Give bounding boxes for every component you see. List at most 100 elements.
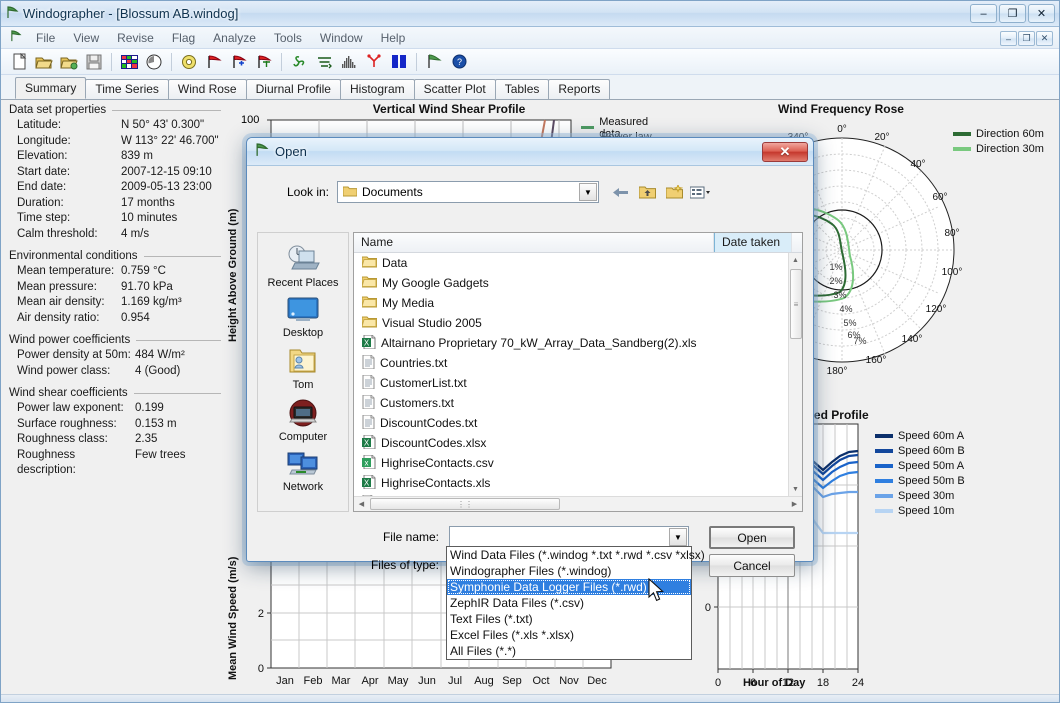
menu-item-analyze[interactable]: Analyze <box>204 29 265 47</box>
menu-item-view[interactable]: View <box>64 29 108 47</box>
horizontal-scroll-thumb[interactable]: ⋮⋮ <box>370 498 560 510</box>
mdi-close-button[interactable]: ✕ <box>1036 31 1053 46</box>
file-list-item[interactable]: DiscountCodes.txt <box>354 413 788 433</box>
files-of-type-option[interactable]: All Files (*.*) <box>447 643 691 659</box>
file-list-item[interactable]: My Google Gadgets <box>354 273 788 293</box>
flag-red-icon[interactable] <box>202 51 226 73</box>
menu-bar: File View Revise Flag Analyze Tools Wind… <box>1 27 1059 49</box>
histogram-icon[interactable] <box>337 51 361 73</box>
summary-row: End date: 2009-05-13 23:00 <box>9 180 221 196</box>
views-dropdown-icon[interactable] <box>690 182 712 202</box>
sort-icon[interactable] <box>312 51 336 73</box>
wind-rose-icon[interactable] <box>287 51 311 73</box>
open-recent-icon[interactable] <box>57 51 81 73</box>
file-list-vertical-scrollbar[interactable]: ▲ ≡ ▼ <box>788 253 802 496</box>
file-list-item[interactable]: Visual Studio 2005 <box>354 313 788 333</box>
windographer-icon[interactable] <box>422 51 446 73</box>
window-controls: – ❐ ✕ <box>970 4 1055 23</box>
dialog-title-bar: Open ✕ <box>247 138 813 166</box>
summary-group: Wind shear coefficients Power law exponen… <box>9 387 221 479</box>
files-of-type-option[interactable]: Wind Data Files (*.windog *.txt *.rwd *.… <box>447 547 705 563</box>
scroll-up-icon[interactable]: ▲ <box>789 253 802 267</box>
tab-reports[interactable]: Reports <box>548 79 611 99</box>
svg-text:?: ? <box>456 57 461 67</box>
mdi-minimize-button[interactable]: – <box>1000 31 1017 46</box>
look-in-combo[interactable]: Documents ▼ <box>337 181 599 203</box>
place-item-desktop[interactable]: Desktop <box>259 295 347 343</box>
toolbar-separator <box>416 52 417 71</box>
svg-text:20°: 20° <box>874 132 889 143</box>
minimize-button[interactable]: – <box>970 4 997 23</box>
tab-scatter-plot[interactable]: Scatter Plot <box>413 79 496 99</box>
tab-wind-rose[interactable]: Wind Rose <box>167 79 247 99</box>
file-list-item[interactable]: CustomerList.txt <box>354 373 788 393</box>
place-item-computer[interactable]: Computer <box>259 397 347 447</box>
tab-time-series[interactable]: Time Series <box>85 79 169 99</box>
file-list-item[interactable]: Customers.txt <box>354 393 788 413</box>
summary-group: Data set properties Latitude: N 50° 43' 0.… <box>9 104 221 242</box>
file-list-item[interactable]: Data <box>354 253 788 273</box>
column-header-date-taken[interactable]: Date taken <box>714 233 792 252</box>
summary-row: Mean pressure: 91.70 kPa <box>9 280 221 296</box>
files-of-type-option[interactable]: Windographer Files (*.windog) <box>447 563 691 579</box>
vertical-scroll-thumb[interactable]: ≡ <box>790 269 802 339</box>
toolbar: ? <box>1 49 1059 75</box>
menu-item-window[interactable]: Window <box>311 29 372 47</box>
export-icon[interactable] <box>387 51 411 73</box>
scroll-down-icon[interactable]: ▼ <box>789 482 802 496</box>
flag-filter-icon[interactable] <box>252 51 276 73</box>
tab-histogram[interactable]: Histogram <box>339 79 415 99</box>
menu-item-help[interactable]: Help <box>372 29 415 47</box>
tab-summary[interactable]: Summary <box>15 77 87 99</box>
scroll-right-icon[interactable]: ▶ <box>787 500 802 508</box>
column-header-name[interactable]: Name <box>354 233 714 252</box>
new-file-icon[interactable] <box>7 51 31 73</box>
save-icon[interactable] <box>82 51 106 73</box>
help-icon[interactable]: ? <box>447 51 471 73</box>
new-folder-icon[interactable] <box>663 182 685 202</box>
menu-item-tools[interactable]: Tools <box>265 29 311 47</box>
summary-row: Mean temperature: 0.759 °C <box>9 264 221 280</box>
menu-item-file[interactable]: File <box>27 29 64 47</box>
place-item-network[interactable]: Network <box>259 449 347 497</box>
tab-tables[interactable]: Tables <box>494 79 550 99</box>
menu-item-revise[interactable]: Revise <box>108 29 163 47</box>
menu-item-flag[interactable]: Flag <box>163 29 204 47</box>
file-list-item[interactable]: x HighriseContacts.csv <box>354 453 788 473</box>
open-button[interactable]: Open <box>709 526 795 549</box>
settings-gear-icon[interactable] <box>177 51 201 73</box>
files-of-type-option[interactable]: Excel Files (*.xls *.xlsx) <box>447 627 691 643</box>
file-name-text: Visual Studio 2005 <box>382 316 482 330</box>
dialog-close-button[interactable]: ✕ <box>762 142 808 162</box>
cancel-button[interactable]: Cancel <box>709 554 795 577</box>
place-item-tom[interactable]: Tom <box>259 345 347 395</box>
file-list-item[interactable]: X HighriseContacts.xls <box>354 473 788 493</box>
scroll-left-icon[interactable]: ◀ <box>354 500 369 508</box>
file-list-horizontal-scrollbar[interactable]: ◀ ⋮⋮ ▶ <box>354 496 802 511</box>
summary-row-label: Mean pressure: <box>17 280 97 293</box>
mdi-restore-button[interactable]: ❐ <box>1018 31 1035 46</box>
chevron-down-icon[interactable]: ▼ <box>579 183 597 201</box>
close-button[interactable]: ✕ <box>1028 4 1055 23</box>
files-of-type-option[interactable]: Text Files (*.txt) <box>447 611 691 627</box>
file-name-input[interactable]: ▼ <box>449 526 689 548</box>
up-folder-icon[interactable] <box>636 182 658 202</box>
place-item-recent-places[interactable]: Recent Places <box>259 241 347 293</box>
open-file-icon[interactable] <box>32 51 56 73</box>
time-series-icon[interactable] <box>142 51 166 73</box>
file-list-item[interactable]: X DiscountCodes.xlsx <box>354 433 788 453</box>
file-list-item[interactable]: X Altairnano Proprietary 70_kW_Array_Data… <box>354 333 788 353</box>
scatter-plot-icon[interactable] <box>362 51 386 73</box>
maximize-button[interactable]: ❐ <box>999 4 1026 23</box>
svg-text:5%: 5% <box>843 318 856 328</box>
file-list-item[interactable]: My Media <box>354 293 788 313</box>
file-list-item[interactable]: Countries.txt <box>354 353 788 373</box>
dialog-title: Open <box>275 144 307 159</box>
flag-add-icon[interactable] <box>227 51 251 73</box>
back-arrow-icon[interactable] <box>609 182 631 202</box>
tab-diurnal-profile[interactable]: Diurnal Profile <box>245 79 341 99</box>
file-name-chevron-down-icon[interactable]: ▼ <box>669 528 687 546</box>
summary-row-value: 0.759 °C <box>121 265 166 277</box>
svg-text:Oct: Oct <box>532 675 549 687</box>
data-table-icon[interactable] <box>117 51 141 73</box>
